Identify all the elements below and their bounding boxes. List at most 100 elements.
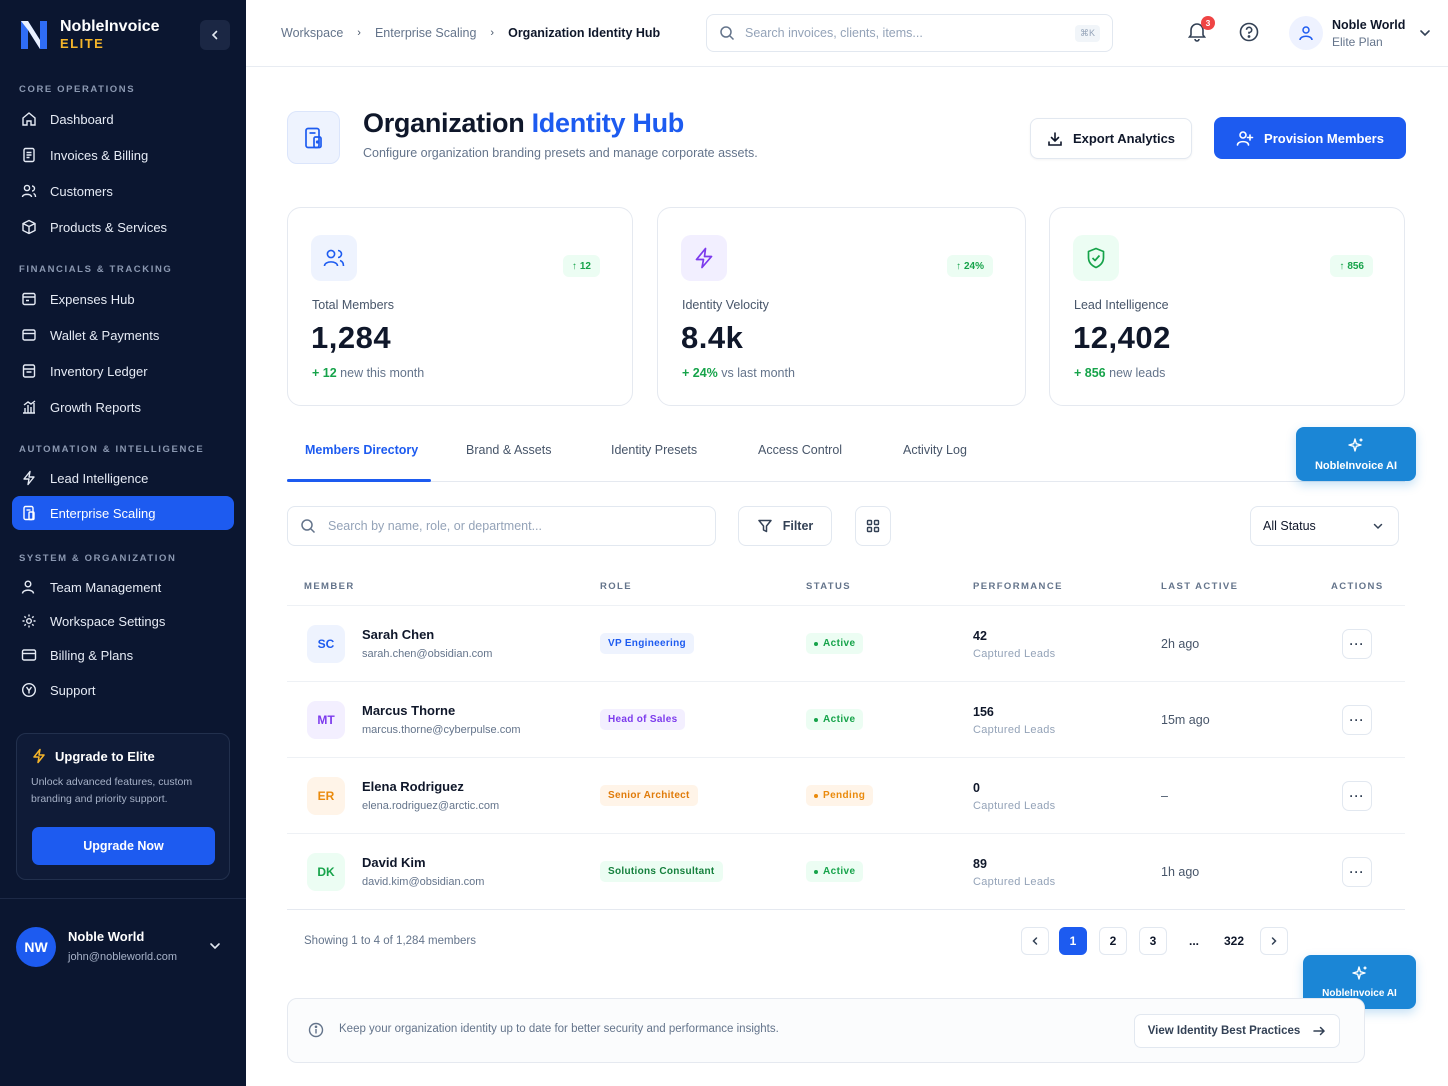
sidebar-item-lead-intelligence[interactable]: Lead Intelligence — [12, 461, 234, 495]
chevron-down-icon[interactable] — [1418, 26, 1432, 40]
nav-section-system: SYSTEM & ORGANIZATION — [19, 553, 177, 564]
ai-assistant-button[interactable]: NobleInvoice AI — [1296, 427, 1416, 481]
table-row[interactable]: DK David Kim david.kim@obsidian.com Solu… — [287, 834, 1405, 910]
filter-button[interactable]: Filter — [738, 506, 832, 546]
sidebar-user-name: Noble World — [68, 929, 145, 944]
stat-label: Lead Intelligence — [1074, 298, 1169, 312]
grid-view-button[interactable] — [855, 506, 891, 546]
search-icon — [720, 26, 735, 41]
chevron-right-icon: › — [357, 27, 361, 39]
sidebar-item-customers[interactable]: Customers — [12, 174, 234, 208]
sidebar-item-wallet[interactable]: Wallet & Payments — [12, 318, 234, 352]
sidebar-item-invoices[interactable]: Invoices & Billing — [12, 138, 234, 172]
member-search-input[interactable] — [328, 519, 708, 533]
sidebar-item-dashboard[interactable]: Dashboard — [12, 102, 234, 136]
sidebar-user[interactable]: NW Noble World john@nobleworld.com — [0, 898, 246, 988]
breadcrumb-workspace[interactable]: Workspace — [281, 26, 343, 40]
column-header-member[interactable]: MEMBER — [304, 581, 355, 592]
table-row[interactable]: MT Marcus Thorne marcus.thorne@cyberpuls… — [287, 682, 1405, 758]
active-tab-indicator — [287, 479, 431, 482]
search-icon — [301, 519, 316, 534]
prev-page-button[interactable] — [1021, 927, 1049, 955]
sidebar-item-label: Enterprise Scaling — [50, 505, 156, 521]
next-page-button[interactable] — [1260, 927, 1288, 955]
stat-footnote: + 12 new this month — [312, 366, 425, 380]
column-header-status[interactable]: STATUS — [806, 581, 851, 592]
sidebar-item-enterprise-scaling[interactable]: Enterprise Scaling — [12, 496, 234, 530]
brand[interactable]: NobleInvoice ELITE — [18, 18, 160, 52]
arrow-up-icon: ↑ — [955, 260, 961, 272]
column-header-role[interactable]: ROLE — [600, 581, 632, 592]
sidebar-item-label: Workspace Settings — [50, 613, 166, 629]
tab-activity-log[interactable]: Activity Log — [903, 443, 967, 457]
table-row[interactable]: ER Elena Rodriguez elena.rodriguez@arcti… — [287, 758, 1405, 834]
member-name: David Kim — [362, 855, 426, 870]
column-header-last-active[interactable]: LAST ACTIVE — [1161, 581, 1238, 592]
help-icon[interactable] — [1238, 21, 1260, 43]
page-3-button[interactable]: 3 — [1139, 927, 1167, 955]
role-badge: VP Engineering — [600, 633, 694, 654]
chevron-down-icon[interactable] — [208, 939, 222, 953]
wallet-icon — [20, 326, 38, 344]
table-row[interactable]: SC Sarah Chen sarah.chen@obsidian.com VP… — [287, 606, 1405, 682]
last-active: 15m ago — [1161, 713, 1210, 727]
box-icon — [20, 218, 38, 236]
users-icon — [311, 235, 357, 281]
arrow-up-icon: ↑ — [1339, 260, 1345, 272]
avatar[interactable] — [1289, 16, 1323, 50]
last-active: – — [1161, 789, 1168, 803]
chevron-left-icon — [1032, 937, 1038, 945]
status-badge: Active — [806, 861, 864, 882]
receipt-icon — [20, 290, 38, 308]
status-badge: Pending — [806, 785, 874, 806]
sidebar-item-workspace-settings[interactable]: Workspace Settings — [12, 604, 234, 638]
sidebar-item-products[interactable]: Products & Services — [12, 210, 234, 244]
breadcrumb: Workspace › Enterprise Scaling › Organiz… — [281, 26, 660, 40]
member-email: elena.rodriguez@arctic.com — [362, 800, 500, 812]
notification-badge: 3 — [1201, 16, 1215, 30]
upgrade-card: Upgrade to Elite Unlock advanced feature… — [16, 733, 230, 880]
more-actions-button[interactable]: ··· — [1342, 857, 1372, 887]
status-select[interactable]: All Status — [1250, 506, 1399, 546]
sidebar-item-support[interactable]: Support — [12, 673, 234, 707]
sidebar-item-team-management[interactable]: Team Management — [12, 570, 234, 604]
tab-brand-assets[interactable]: Brand & Assets — [466, 443, 551, 457]
page-last-button[interactable]: 322 — [1217, 927, 1251, 955]
sidebar-item-inventory[interactable]: Inventory Ledger — [12, 354, 234, 388]
export-analytics-button[interactable]: Export Analytics — [1030, 118, 1192, 159]
global-search[interactable]: ⌘K — [706, 14, 1113, 52]
sidebar-item-billing-plans[interactable]: Billing & Plans — [12, 638, 234, 672]
tab-access-control[interactable]: Access Control — [758, 443, 842, 457]
sidebar-item-growth[interactable]: Growth Reports — [12, 390, 234, 424]
nav-section-financials: FINANCIALS & TRACKING — [19, 264, 173, 275]
collapse-sidebar-button[interactable] — [200, 20, 230, 50]
tab-members-directory[interactable]: Members Directory — [305, 443, 418, 457]
page-2-button[interactable]: 2 — [1099, 927, 1127, 955]
sidebar-user-email: john@nobleworld.com — [68, 951, 178, 963]
member-search[interactable] — [287, 506, 716, 546]
last-active: 1h ago — [1161, 865, 1200, 879]
sidebar-item-label: Customers — [50, 183, 113, 199]
bolt-icon — [33, 748, 45, 764]
upgrade-now-button[interactable]: Upgrade Now — [32, 827, 215, 865]
role-badge: Head of Sales — [600, 709, 686, 730]
arrow-up-icon: ↑ — [571, 260, 577, 272]
sparkle-icon — [1351, 966, 1366, 980]
provision-members-button[interactable]: Provision Members — [1214, 117, 1406, 159]
view-best-practices-button[interactable]: View Identity Best Practices — [1134, 1014, 1340, 1048]
support-icon — [20, 681, 38, 699]
topbar: Workspace › Enterprise Scaling › Organiz… — [246, 0, 1448, 67]
nav-section-automation: AUTOMATION & INTELLIGENCE — [19, 444, 205, 455]
more-actions-button[interactable]: ··· — [1342, 781, 1372, 811]
sidebar-item-expenses[interactable]: Expenses Hub — [12, 282, 234, 316]
global-search-input[interactable] — [745, 26, 1065, 40]
column-header-performance[interactable]: PERFORMANCE — [973, 581, 1063, 592]
more-actions-button[interactable]: ··· — [1342, 629, 1372, 659]
more-actions-button[interactable]: ··· — [1342, 705, 1372, 735]
tab-identity-presets[interactable]: Identity Presets — [611, 443, 697, 457]
user-icon — [1299, 26, 1313, 41]
performance-label: Captured Leads — [973, 724, 1056, 736]
page-1-button[interactable]: 1 — [1059, 927, 1087, 955]
search-shortcut: ⌘K — [1074, 25, 1100, 42]
breadcrumb-enterprise-scaling[interactable]: Enterprise Scaling — [375, 26, 476, 40]
